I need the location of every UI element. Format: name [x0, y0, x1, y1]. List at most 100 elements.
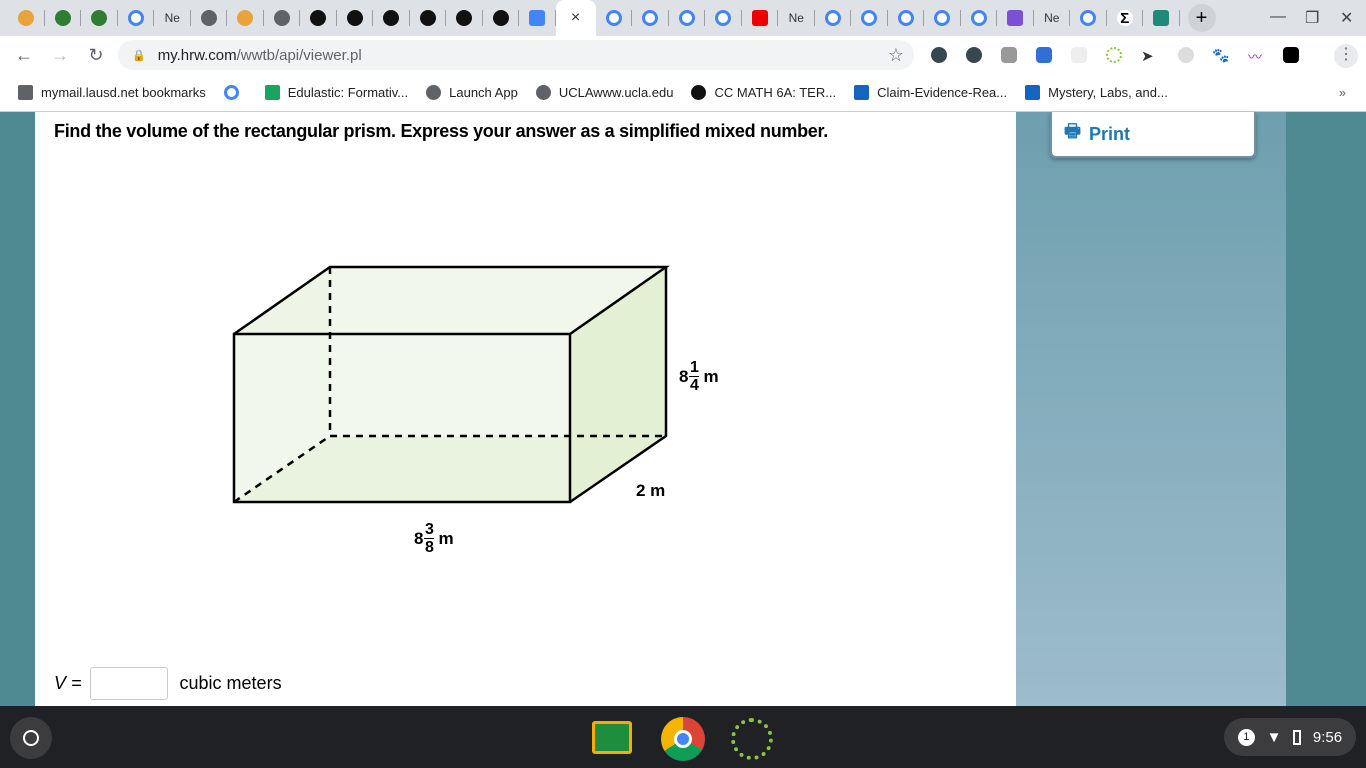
tab[interactable]	[924, 0, 961, 36]
tab[interactable]	[191, 0, 228, 36]
tab[interactable]	[705, 0, 742, 36]
bookmark-label: Launch App	[449, 85, 518, 100]
more-bookmarks-button[interactable]: »	[1339, 85, 1346, 100]
extension-blue-icon[interactable]	[1036, 47, 1052, 63]
answer-variable: V =	[54, 673, 82, 693]
schoology-icon	[691, 85, 707, 100]
tab[interactable]	[300, 0, 337, 36]
restore-icon[interactable]: ❐	[1305, 8, 1319, 28]
bookmark[interactable]: CC MATH 6A: TER...	[691, 85, 836, 100]
tab[interactable]	[264, 0, 301, 36]
tab[interactable]: ×	[555, 0, 596, 36]
battery-icon	[1293, 729, 1302, 745]
tab[interactable]	[815, 0, 852, 36]
tab[interactable]	[519, 0, 556, 36]
globe-icon	[200, 10, 217, 26]
new-tab-button[interactable]: +	[1187, 4, 1216, 32]
globe-icon	[273, 10, 290, 26]
back-icon[interactable]: ←	[6, 45, 42, 66]
tab[interactable]	[373, 0, 410, 36]
fraction-icon	[1153, 10, 1170, 26]
extension-audio-icon[interactable]: 〰	[1248, 47, 1264, 65]
s-purple-icon	[1007, 10, 1024, 26]
tab[interactable]	[45, 0, 82, 36]
classroom-icon[interactable]	[592, 721, 632, 754]
bookmark[interactable]: Claim-Evidence-Rea...	[854, 85, 1007, 100]
tab[interactable]	[337, 0, 374, 36]
bookmark-label: Mystery, Labs, and...	[1048, 85, 1168, 100]
chrome-icon[interactable]	[661, 717, 705, 761]
schoology-icon	[383, 10, 400, 26]
close-tab-icon[interactable]: ×	[571, 9, 580, 27]
schoology-icon	[492, 10, 509, 26]
status-tray[interactable]: 1 ▼ 9:56	[1224, 718, 1356, 756]
tab[interactable]	[118, 0, 155, 36]
tab[interactable]	[227, 0, 264, 36]
height-whole: 8	[679, 366, 689, 386]
length-den: 8	[425, 539, 434, 556]
launcher-button[interactable]	[10, 717, 52, 759]
bookmark[interactable]: Mystery, Labs, and...	[1025, 85, 1168, 100]
extension-gray-icon[interactable]	[1178, 47, 1194, 63]
height-unit: m	[703, 366, 719, 386]
address-bar[interactable]: 🔒 my.hrw.com/wwtb/api/viewer.pl ☆	[118, 40, 914, 70]
tab[interactable]	[851, 0, 888, 36]
bookmark[interactable]: Edulastic: Formativ...	[264, 85, 409, 100]
length-whole: 8	[414, 528, 424, 548]
tab[interactable]: Ne	[778, 0, 815, 36]
tab[interactable]	[888, 0, 925, 36]
google-icon	[934, 10, 951, 26]
bookmark[interactable]	[223, 85, 247, 100]
notification-badge: 1	[1237, 728, 1255, 746]
tab[interactable]: Σ	[1107, 0, 1144, 36]
tab[interactable]	[742, 0, 779, 36]
bookmark-label: CC MATH 6A: TER...	[714, 85, 837, 100]
tab[interactable]	[446, 0, 483, 36]
side-panel: 🖶 Print	[1016, 112, 1286, 706]
tab[interactable]	[410, 0, 447, 36]
tab[interactable]	[997, 0, 1034, 36]
extension-cursor-icon[interactable]: ➤	[1141, 47, 1157, 65]
loading-dots-icon[interactable]	[731, 718, 773, 760]
google-icon	[861, 10, 878, 26]
extension-g-icon[interactable]	[1001, 47, 1017, 63]
google-icon	[678, 10, 695, 26]
bookmark[interactable]: Launch App	[426, 85, 518, 100]
bookmark-label: mymail.lausd.net bookmarks	[41, 85, 206, 100]
tab-title: Ne	[1044, 11, 1060, 25]
extension-paw-icon[interactable]: 🐾	[1212, 47, 1229, 63]
tab[interactable]	[669, 0, 706, 36]
tab[interactable]	[81, 0, 118, 36]
tab[interactable]: Ne	[1034, 0, 1071, 36]
tab[interactable]	[8, 0, 45, 36]
print-button[interactable]: 🖶 Print	[1050, 112, 1256, 158]
tab[interactable]	[632, 0, 669, 36]
extension-shield-icon[interactable]	[931, 47, 947, 63]
extension-shield-icon[interactable]	[966, 47, 982, 63]
minimize-icon[interactable]: —	[1270, 8, 1286, 26]
bookmark[interactable]: mymail.lausd.net bookmarks	[18, 85, 206, 100]
extension-loop-icon[interactable]	[1106, 47, 1122, 63]
tab[interactable]	[961, 0, 998, 36]
tab[interactable]: Ne	[154, 0, 191, 36]
tab[interactable]	[596, 0, 633, 36]
menu-icon[interactable]: ⋮	[1334, 44, 1358, 68]
forward-icon[interactable]: →	[42, 45, 78, 66]
bookmark-label: Edulastic: Formativ...	[287, 85, 409, 100]
docs-icon	[529, 10, 546, 26]
star-icon[interactable]: ☆	[888, 45, 904, 66]
bookmark[interactable]: UCLAwww.ucla.edu	[535, 85, 673, 100]
height-den: 4	[690, 377, 699, 394]
close-window-icon[interactable]: ✕	[1340, 8, 1353, 28]
tab[interactable]	[483, 0, 520, 36]
m-icon	[854, 85, 870, 100]
extension-hand-icon[interactable]	[1071, 47, 1087, 63]
extension-tiktok-icon[interactable]	[1283, 47, 1299, 63]
answer-input[interactable]	[89, 667, 168, 700]
globe-icon	[426, 85, 442, 100]
tab[interactable]	[1070, 0, 1107, 36]
wifi-icon: ▼	[1266, 728, 1282, 746]
bookmark-label: Claim-Evidence-Rea...	[877, 85, 1008, 100]
tab[interactable]	[1143, 0, 1180, 36]
reload-icon[interactable]: ↻	[78, 45, 114, 66]
